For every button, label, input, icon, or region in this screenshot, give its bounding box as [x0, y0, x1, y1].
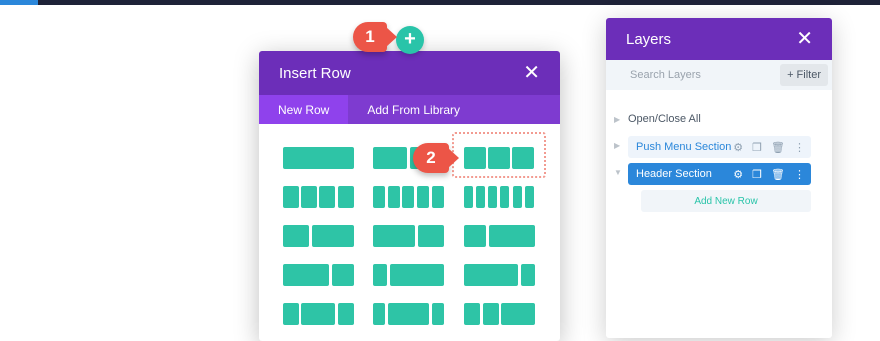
search-layers-input[interactable]	[628, 68, 752, 82]
caret-right-icon: ▶	[614, 114, 621, 124]
layer-push-menu-section[interactable]: Push Menu Section ⚙ ❐ 🗑 ⋮	[628, 136, 811, 158]
layout-1-3-a[interactable]	[464, 225, 486, 247]
layout-6-col-b[interactable]	[476, 186, 485, 208]
layout-4-col-b[interactable]	[301, 186, 317, 208]
layout-6-col-a[interactable]	[464, 186, 473, 208]
gear-icon[interactable]: ⚙	[733, 168, 743, 181]
layers-search-bar: + Filter	[606, 60, 832, 90]
caret-down-icon: ▼	[614, 168, 622, 177]
layout-mix-a3[interactable]	[338, 303, 354, 325]
add-new-row-button[interactable]: Add New Row	[641, 190, 811, 212]
layout-1-2-b[interactable]	[312, 225, 354, 247]
layout-6-col-e[interactable]	[513, 186, 522, 208]
tab-add-from-library[interactable]: Add From Library	[348, 95, 479, 124]
layout-3-1-b[interactable]	[332, 264, 354, 286]
layout-6-col-d[interactable]	[500, 186, 509, 208]
layers-title: Layers	[626, 30, 672, 48]
push-menu-caret[interactable]: ▶	[614, 141, 628, 150]
layout-4-col-a[interactable]	[283, 186, 299, 208]
trash-icon[interactable]: 🗑	[771, 168, 785, 181]
layout-1-4-a[interactable]	[373, 264, 387, 286]
duplicate-icon[interactable]: ❐	[752, 168, 762, 181]
header-caret[interactable]: ▼	[614, 168, 628, 177]
step-callout-2: 2	[413, 143, 459, 173]
layout-2-1-a[interactable]	[373, 225, 415, 247]
duplicate-icon[interactable]: ❐	[752, 141, 762, 154]
layout-mix-c2[interactable]	[483, 303, 499, 325]
layout-4-1-a[interactable]	[464, 264, 518, 286]
layout-4-1-b[interactable]	[521, 264, 535, 286]
layout-1-3-b[interactable]	[489, 225, 535, 247]
highlight-3-col-layout	[452, 132, 546, 178]
tab-new-row[interactable]: New Row	[259, 95, 349, 124]
layout-1-col[interactable]	[283, 147, 354, 169]
layout-5-col-d[interactable]	[417, 186, 429, 208]
insert-row-modal: Insert Row ✕ New Row Add From Library	[259, 51, 560, 341]
insert-row-title: Insert Row	[279, 64, 351, 82]
layout-6-col-c[interactable]	[488, 186, 497, 208]
insert-row-tabs: New Row Add From Library	[259, 95, 560, 124]
section-label: Push Menu Section	[636, 141, 732, 153]
more-icon[interactable]: ⋮	[794, 141, 805, 154]
step-callout-1: 1	[353, 22, 397, 52]
open-close-all-row[interactable]: ▶ Open/Close All	[614, 113, 701, 125]
insert-row-header: Insert Row ✕	[259, 51, 560, 95]
trash-icon[interactable]: 🗑	[771, 141, 785, 154]
layout-1-4-b[interactable]	[390, 264, 444, 286]
layout-2-1-b[interactable]	[418, 225, 444, 247]
layout-5-col-a[interactable]	[373, 186, 385, 208]
top-bar-accent	[0, 0, 38, 5]
layout-5-col-b[interactable]	[388, 186, 400, 208]
filter-button[interactable]: + Filter	[780, 64, 828, 86]
close-icon[interactable]: ✕	[796, 29, 813, 49]
add-row-plus-button[interactable]: +	[396, 26, 424, 54]
layout-3-1-a[interactable]	[283, 264, 329, 286]
layout-5-col-c[interactable]	[402, 186, 414, 208]
layout-1-2-a[interactable]	[283, 225, 309, 247]
layout-2-col-a[interactable]	[373, 147, 407, 169]
close-icon[interactable]: ✕	[523, 63, 540, 83]
open-close-all-label: Open/Close All	[628, 113, 701, 125]
layout-mix-a2[interactable]	[301, 303, 335, 325]
layout-4-col-c[interactable]	[319, 186, 335, 208]
more-icon[interactable]: ⋮	[794, 168, 805, 181]
layout-mix-c3[interactable]	[501, 303, 535, 325]
section-label: Header Section	[636, 168, 712, 180]
layout-mix-b2[interactable]	[388, 303, 429, 325]
layout-6-col-f[interactable]	[525, 186, 534, 208]
layout-mix-b3[interactable]	[432, 303, 444, 325]
layer-header-section[interactable]: Header Section ⚙ ❐ 🗑 ⋮	[628, 163, 811, 185]
layout-mix-c1[interactable]	[464, 303, 480, 325]
top-bar	[0, 0, 880, 5]
caret-right-icon: ▶	[614, 141, 621, 150]
layout-4-col-d[interactable]	[338, 186, 354, 208]
section-actions: ⚙ ❐ 🗑 ⋮	[733, 168, 805, 181]
gear-icon[interactable]: ⚙	[733, 141, 743, 154]
layers-header: Layers ✕	[606, 18, 832, 60]
section-actions: ⚙ ❐ 🗑 ⋮	[733, 141, 805, 154]
layers-panel: Layers ✕ + Filter ▶ Open/Close All ▶ Pus…	[606, 18, 832, 338]
layout-mix-a1[interactable]	[283, 303, 299, 325]
layout-mix-b1[interactable]	[373, 303, 385, 325]
layout-5-col-e[interactable]	[432, 186, 444, 208]
